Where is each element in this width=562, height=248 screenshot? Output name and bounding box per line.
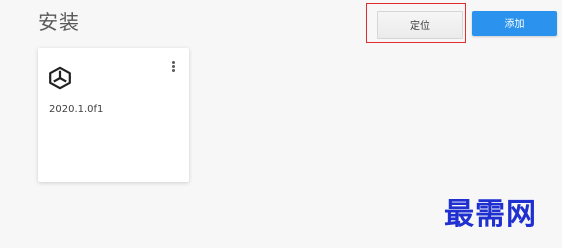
page-title: 安装 — [38, 10, 80, 34]
install-version: 2020.1.0f1 — [49, 104, 104, 115]
installs-page: 安装 定位 添加 2020.1.0f1 最需网 — [0, 0, 562, 248]
add-button[interactable]: 添加 — [472, 11, 557, 36]
watermark-text: 最需网 — [444, 197, 537, 232]
locate-button[interactable]: 定位 — [377, 11, 463, 39]
unity-logo-icon — [49, 66, 71, 90]
install-card[interactable]: 2020.1.0f1 — [38, 48, 189, 182]
more-options-icon[interactable] — [169, 61, 177, 75]
